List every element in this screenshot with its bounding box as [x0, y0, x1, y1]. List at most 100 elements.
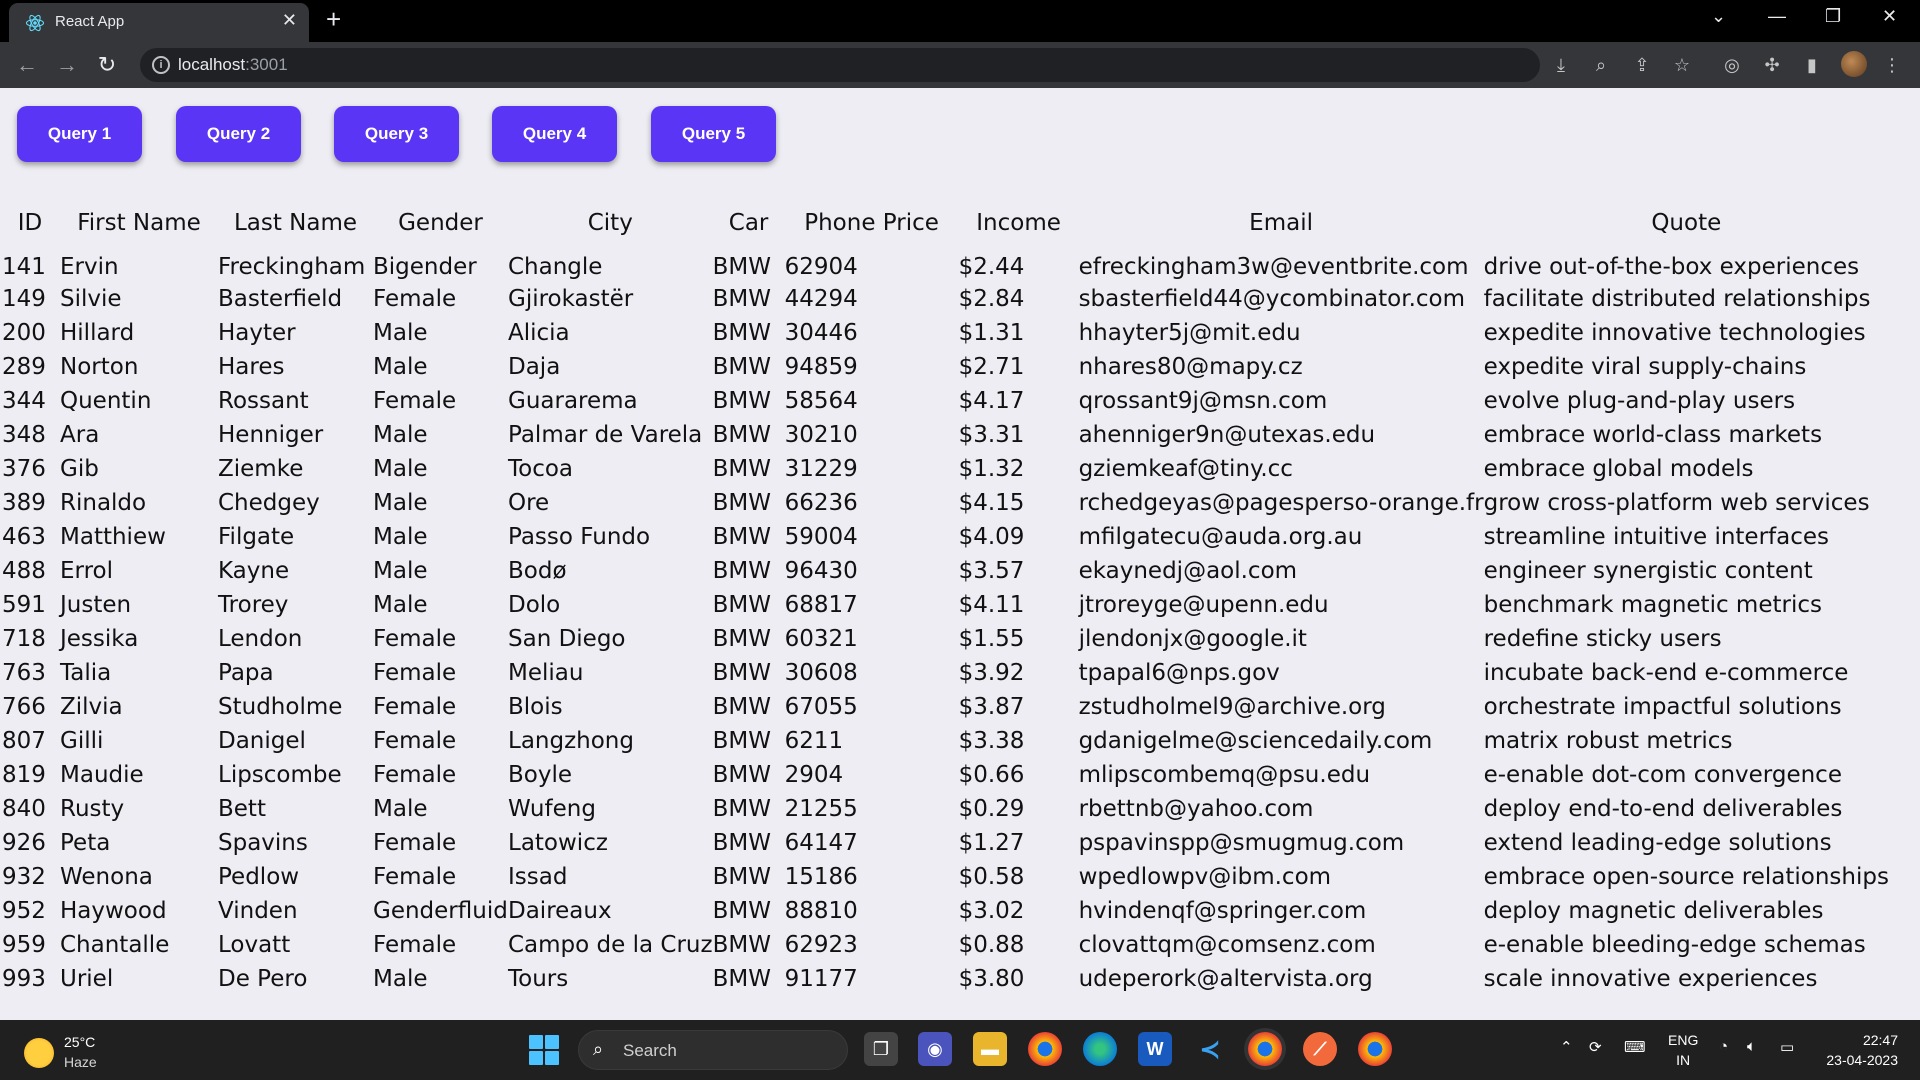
wifi-icon[interactable]: ◔	[1719, 1038, 1728, 1055]
query-2-button[interactable]: Query 2	[176, 106, 301, 162]
cell-car: BMW	[712, 694, 771, 720]
postman-icon[interactable]: ⟋	[1303, 1032, 1337, 1066]
bookmark-star-icon[interactable]: ☆	[1670, 53, 1694, 77]
cell-income: $0.66	[958, 762, 1025, 788]
side-panel-icon[interactable]: ▮	[1800, 53, 1824, 77]
cell-last-name: Kayne	[218, 558, 290, 584]
cell-city: Tocoa	[508, 456, 574, 482]
teams-chat-icon[interactable]: ◉	[918, 1032, 952, 1066]
query-4-button[interactable]: Query 4	[492, 106, 617, 162]
cell-first-name: Rinaldo	[60, 490, 147, 516]
task-view-icon[interactable]: ❐	[864, 1032, 898, 1066]
cell-id: 389	[2, 490, 46, 516]
battery-icon[interactable]: ▭	[1780, 1038, 1794, 1056]
cell-email: zstudholmel9@archive.org	[1078, 694, 1386, 720]
cell-id: 348	[2, 422, 46, 448]
close-window-icon[interactable]: ✕	[1882, 6, 1897, 27]
cell-last-name: Rossant	[218, 388, 309, 414]
menu-kebab-icon[interactable]: ⋮	[1880, 53, 1904, 77]
cell-first-name: Chantalle	[60, 932, 170, 958]
chrome-canary-icon[interactable]	[1358, 1032, 1392, 1066]
keyboard-icon[interactable]: ⌨	[1624, 1038, 1646, 1056]
language-indicator[interactable]: ENG IN	[1668, 1030, 1698, 1070]
cell-car: BMW	[712, 354, 771, 380]
browser-tab[interactable]: React App ✕	[9, 3, 309, 42]
cell-phone-price: 30446	[784, 320, 858, 346]
cell-first-name: Justen	[60, 592, 132, 618]
cell-income: $4.09	[958, 524, 1025, 550]
taskbar-search[interactable]: ⌕ Search	[578, 1030, 848, 1070]
language-region: IN	[1676, 1052, 1691, 1068]
cell-phone-price: 30210	[784, 422, 858, 448]
extension-target-icon[interactable]: ◎	[1720, 53, 1744, 77]
sync-icon[interactable]: ⟳	[1589, 1038, 1602, 1056]
file-explorer-icon[interactable]: ▬	[973, 1032, 1007, 1066]
cell-id: 718	[2, 626, 46, 652]
weather-temperature: 25°C	[64, 1034, 96, 1050]
tab-search-chevron-icon[interactable]: ⌄	[1711, 6, 1726, 27]
cell-id: 763	[2, 660, 46, 686]
cell-car: BMW	[712, 320, 771, 346]
cell-email: jtroreyge@upenn.edu	[1078, 592, 1329, 618]
volume-icon[interactable]: 🔈︎	[1747, 1038, 1756, 1055]
table-row: 993 Uriel De Pero Male Tours BMW 91177 $3.80 ude…	[0, 962, 1889, 996]
cell-income: $3.38	[958, 728, 1025, 754]
cell-first-name: Quentin	[60, 388, 152, 414]
cell-income: $0.88	[958, 932, 1025, 958]
site-info-icon[interactable]: i	[152, 56, 170, 74]
column-header-last-name: Last Name	[233, 210, 358, 236]
cell-id: 840	[2, 796, 46, 822]
restore-icon[interactable]: ❐	[1825, 6, 1841, 27]
cell-car: BMW	[712, 966, 771, 992]
cell-first-name: Talia	[60, 660, 112, 686]
share-icon[interactable]: ⇪	[1630, 53, 1654, 77]
query-5-button[interactable]: Query 5	[651, 106, 776, 162]
table-row: 959 Chantalle Lovatt Female Campo de la Cruz…	[0, 928, 1889, 962]
address-bar[interactable]: i localhost:3001	[140, 48, 1540, 82]
forward-icon[interactable]: →	[53, 51, 81, 79]
cell-last-name: Hayter	[218, 320, 296, 346]
cell-phone-price: 64147	[784, 830, 858, 856]
extensions-puzzle-icon[interactable]: ✣	[1760, 53, 1784, 77]
chrome-icon[interactable]	[1028, 1032, 1062, 1066]
cell-phone-price: 94859	[784, 354, 858, 380]
word-icon[interactable]: W	[1138, 1032, 1172, 1066]
cell-gender: Female	[373, 728, 457, 754]
cell-phone-price: 59004	[784, 524, 858, 550]
cell-id: 200	[2, 320, 46, 346]
cell-gender: Female	[373, 626, 457, 652]
system-clock[interactable]: 22:47 23-04-2023	[1826, 1030, 1898, 1070]
install-app-icon[interactable]: ⤓	[1549, 53, 1573, 77]
profile-avatar[interactable]	[1841, 51, 1867, 77]
back-icon[interactable]: ←	[13, 51, 41, 79]
minimize-icon[interactable]: —	[1768, 6, 1786, 27]
chrome-active-icon[interactable]	[1248, 1032, 1282, 1066]
query-3-button[interactable]: Query 3	[334, 106, 459, 162]
cell-last-name: Vinden	[218, 898, 298, 924]
windows-start-icon[interactable]	[529, 1035, 559, 1065]
new-tab-button[interactable]: +	[326, 4, 341, 35]
cell-email: nhares80@mapy.cz	[1078, 354, 1303, 380]
query-1-button[interactable]: Query 1	[17, 106, 142, 162]
close-tab-icon[interactable]: ✕	[282, 10, 297, 31]
weather-haze-icon	[24, 1038, 54, 1068]
zoom-icon[interactable]: ⌕	[1589, 53, 1613, 77]
table-row: 926 Peta Spavins Female Latowicz BMW 64147 $1.2…	[0, 826, 1889, 860]
cell-gender: Female	[373, 762, 457, 788]
cell-car: BMW	[712, 830, 771, 856]
cell-car: BMW	[712, 626, 771, 652]
vscode-icon[interactable]: ≺	[1193, 1032, 1227, 1066]
cell-income: $0.58	[958, 864, 1025, 890]
cell-email: gdanigelme@sciencedaily.com	[1078, 728, 1433, 754]
reload-icon[interactable]: ↻	[93, 51, 121, 79]
cell-last-name: Studholme	[218, 694, 343, 720]
url-text[interactable]: localhost:3001	[178, 55, 288, 75]
cell-city: Changle	[508, 254, 603, 280]
show-hidden-icons-chevron-icon[interactable]: ⌃	[1560, 1038, 1573, 1056]
cell-income: $1.55	[958, 626, 1025, 652]
cell-gender: Male	[373, 524, 428, 550]
tab-strip: React App ✕ + ⌄ — ❐ ✕	[0, 0, 1920, 42]
edge-icon[interactable]	[1083, 1032, 1117, 1066]
cell-quote: grow cross-platform web services	[1483, 490, 1870, 516]
cell-email: udeperork@altervista.org	[1078, 966, 1373, 992]
